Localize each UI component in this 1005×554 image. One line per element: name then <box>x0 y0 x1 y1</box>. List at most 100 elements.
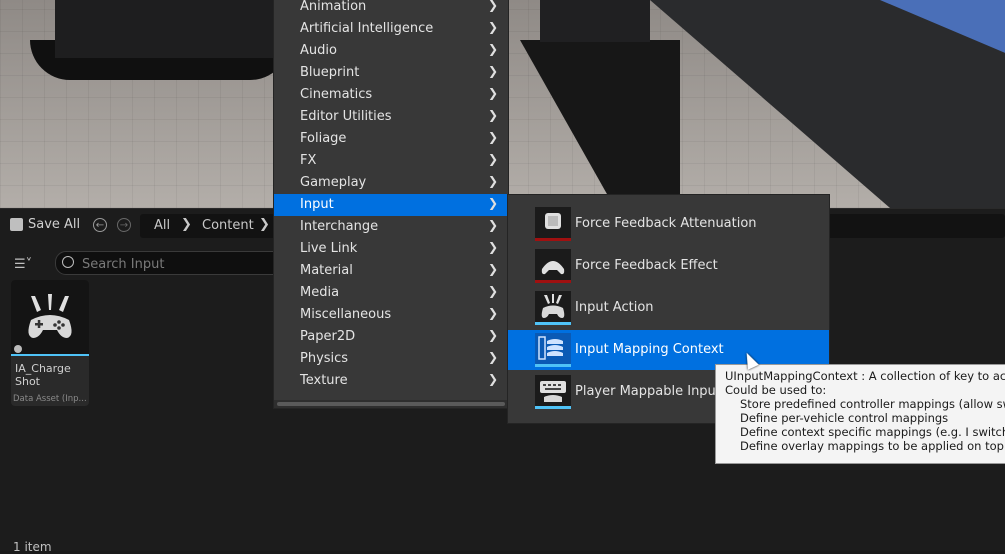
menu-item-texture[interactable]: Texture ❯ <box>274 370 508 392</box>
chevron-right-icon: ❯ <box>488 306 499 320</box>
submenu-item-force-feedback-effect[interactable]: Force Feedback Effect <box>508 246 829 286</box>
viewport-block <box>540 0 650 42</box>
chevron-right-icon: ❯ <box>488 152 499 166</box>
menu-item-input[interactable]: Input ❯ <box>274 194 508 216</box>
player-mappable-input-icon <box>535 375 571 409</box>
menu-item-gameplay[interactable]: Gameplay ❯ <box>274 172 508 194</box>
search-icon <box>62 256 74 268</box>
tooltip-line: Could be used to: <box>725 383 827 397</box>
asset-type-bar <box>535 406 571 409</box>
item-count: 1 item <box>13 540 52 554</box>
asset-type-bar <box>11 354 89 356</box>
menu-item-label: Interchange <box>300 219 379 234</box>
gamepad-icon <box>14 294 72 353</box>
menu-item-label: Input <box>300 197 334 212</box>
tooltip-line: Define context specific mappings (e.g. I… <box>740 425 1005 439</box>
asset-tile[interactable]: IA_Charge Shot Data Asset (Inp... <box>11 280 89 406</box>
viewport-wall <box>650 0 1005 208</box>
menu-item-miscellaneous[interactable]: Miscellaneous ❯ <box>274 304 508 326</box>
submenu-item-label: Force Feedback Effect <box>575 258 718 273</box>
asset-type: Data Asset (Inp... <box>13 394 87 404</box>
chevron-right-icon: ❯ <box>488 130 499 144</box>
forward-button[interactable]: → <box>117 218 131 232</box>
viewport-shadow <box>520 40 680 208</box>
menu-item-label: Gameplay <box>300 175 367 190</box>
menu-item-fx[interactable]: FX ❯ <box>274 150 508 172</box>
menu-scrollbar[interactable] <box>274 400 508 408</box>
menu-item-label: Editor Utilities <box>300 109 392 124</box>
menu-item-label: Media <box>300 285 340 300</box>
filter-icon[interactable]: ☰˅ <box>14 257 32 272</box>
save-all-label: Save All <box>28 217 81 232</box>
menu-item-foliage[interactable]: Foliage ❯ <box>274 128 508 150</box>
menu-item-label: FX <box>300 153 317 168</box>
tooltip: UInputMappingContext : A collection of k… <box>715 364 1005 464</box>
menu-item-media[interactable]: Media ❯ <box>274 282 508 304</box>
save-icon <box>10 218 23 231</box>
menu-item-editor-utilities[interactable]: Editor Utilities ❯ <box>274 106 508 128</box>
menu-item-animation[interactable]: Animation ❯ <box>274 0 508 18</box>
breadcrumb-separator-icon: ❯ <box>259 217 270 232</box>
force-feedback-effect-icon <box>535 249 571 283</box>
breadcrumb-all[interactable]: All <box>154 218 170 233</box>
menu-scrollbar-thumb[interactable] <box>277 402 505 406</box>
chevron-right-icon: ❯ <box>488 108 499 122</box>
submenu-item-label: Input Mapping Context <box>575 342 724 357</box>
breadcrumb-content[interactable]: Content <box>202 218 254 233</box>
chevron-right-icon: ❯ <box>488 86 499 100</box>
chevron-right-icon: ❯ <box>488 196 499 210</box>
tooltip-line: UInputMappingContext : A collection of k… <box>725 369 1005 383</box>
menu-item-physics[interactable]: Physics ❯ <box>274 348 508 370</box>
save-all-button[interactable]: Save All <box>10 217 80 232</box>
menu-item-label: Paper2D <box>300 329 356 344</box>
input-mapping-context-icon <box>535 333 571 367</box>
submenu-item-input-action[interactable]: Input Action <box>508 288 829 328</box>
back-button[interactable]: ← <box>93 218 107 232</box>
asset-category-menu: Animation ❯ Artificial Intelligence ❯ Audi… <box>274 0 508 408</box>
menu-item-label: Physics <box>300 351 349 366</box>
search-placeholder: Search Input <box>82 257 165 272</box>
viewport-block <box>55 0 285 58</box>
asset-type-bar <box>535 280 571 283</box>
menu-item-label: Animation <box>300 0 367 14</box>
chevron-right-icon: ❯ <box>488 372 499 386</box>
chevron-right-icon: ❯ <box>488 262 499 276</box>
menu-item-artificial-intelligence[interactable]: Artificial Intelligence ❯ <box>274 18 508 40</box>
chevron-right-icon: ❯ <box>488 64 499 78</box>
force-feedback-attenuation-icon <box>535 207 571 241</box>
chevron-right-icon: ❯ <box>488 328 499 342</box>
tooltip-line: Store predefined controller mappings (al… <box>740 397 1005 411</box>
submenu-item-label: Force Feedback Attenuation <box>575 216 757 231</box>
chevron-right-icon: ❯ <box>488 350 499 364</box>
menu-item-paper2d[interactable]: Paper2D ❯ <box>274 326 508 348</box>
chevron-right-icon: ❯ <box>488 284 499 298</box>
menu-item-label: Blueprint <box>300 65 360 80</box>
menu-item-live-link[interactable]: Live Link ❯ <box>274 238 508 260</box>
menu-item-label: Texture <box>300 373 348 388</box>
menu-item-label: Audio <box>300 43 337 58</box>
menu-item-blueprint[interactable]: Blueprint ❯ <box>274 62 508 84</box>
menu-item-label: Live Link <box>300 241 358 256</box>
chevron-right-icon: ❯ <box>488 240 499 254</box>
menu-item-label: Material <box>300 263 353 278</box>
submenu-item-force-feedback-attenuation[interactable]: Force Feedback Attenuation <box>508 204 829 244</box>
menu-item-label: Foliage <box>300 131 347 146</box>
menu-item-label: Cinematics <box>300 87 373 102</box>
tooltip-line: Define per-vehicle control mappings <box>740 411 949 425</box>
chevron-right-icon: ❯ <box>488 218 499 232</box>
menu-item-audio[interactable]: Audio ❯ <box>274 40 508 62</box>
asset-thumbnail <box>11 280 89 354</box>
asset-type-bar <box>535 364 571 367</box>
asset-type-bar <box>535 322 571 325</box>
menu-item-material[interactable]: Material ❯ <box>274 260 508 282</box>
asset-type-bar <box>535 238 571 241</box>
breadcrumb-separator-icon: ❯ <box>181 217 192 232</box>
menu-item-cinematics[interactable]: Cinematics ❯ <box>274 84 508 106</box>
menu-item-label: Miscellaneous <box>300 307 392 322</box>
menu-item-interchange[interactable]: Interchange ❯ <box>274 216 508 238</box>
chevron-right-icon: ❯ <box>488 42 499 56</box>
menu-item-label: Artificial Intelligence <box>300 21 434 36</box>
chevron-right-icon: ❯ <box>488 20 499 34</box>
input-action-icon <box>535 291 571 325</box>
chevron-right-icon: ❯ <box>488 0 499 12</box>
